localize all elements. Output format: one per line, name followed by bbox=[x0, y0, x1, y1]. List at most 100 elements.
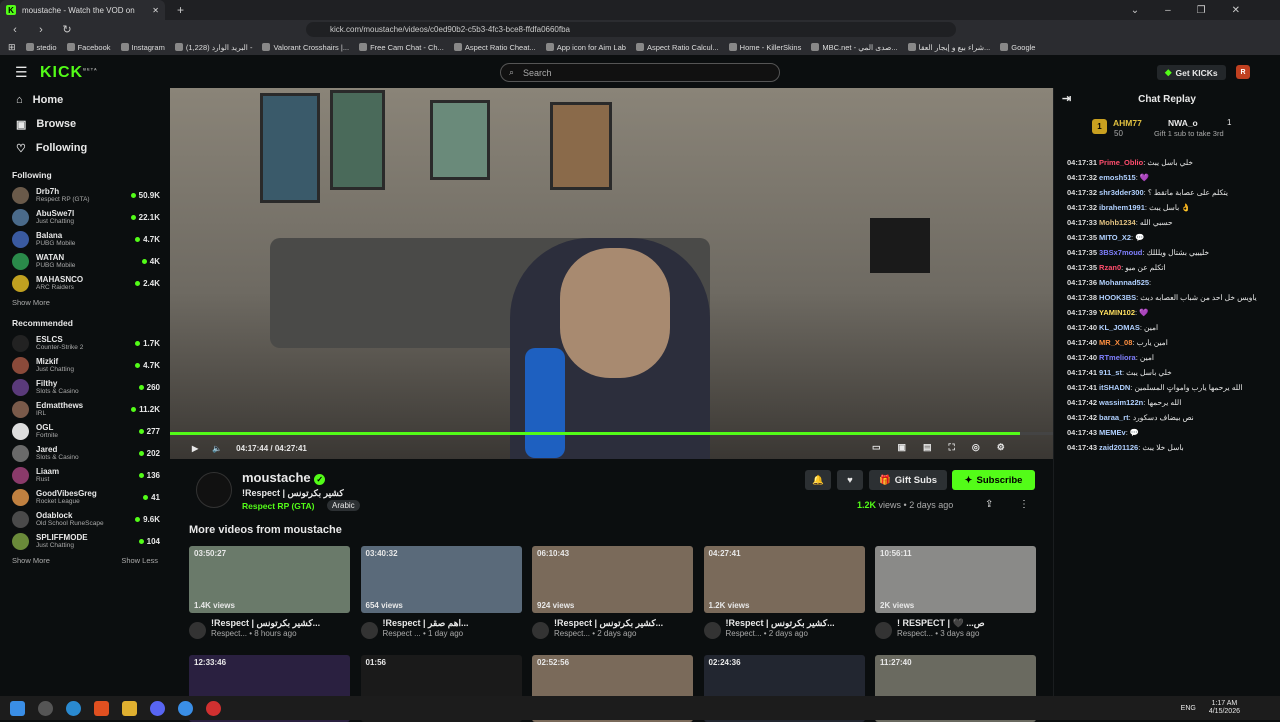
gift-subs-button[interactable]: 🎁 Gift Subs bbox=[869, 470, 947, 490]
miniplayer-icon[interactable]: ▣ bbox=[898, 442, 924, 452]
window-controls[interactable]: ⌄–❐✕ bbox=[1131, 5, 1266, 16]
windows-start-icon[interactable] bbox=[10, 700, 25, 716]
tray-clock[interactable]: 1:17 AM 4/15/2026 bbox=[1209, 700, 1240, 716]
sidebar-nav-browse[interactable]: ▣ Browse bbox=[0, 112, 170, 136]
bookmark-item[interactable]: شراء بيع و إيجار العقا... bbox=[907, 43, 990, 52]
category-link[interactable]: Respect RP (GTA) bbox=[242, 501, 314, 511]
channel-avatar[interactable] bbox=[196, 472, 232, 508]
collapse-chat-icon[interactable]: ⇥ bbox=[1062, 92, 1071, 105]
chat-username[interactable]: 911_st bbox=[1099, 368, 1122, 377]
clip-icon[interactable]: ◎ bbox=[972, 442, 997, 452]
app2-icon[interactable] bbox=[206, 700, 221, 716]
video-title[interactable]: ! RESPECT | 🖤 ...ص bbox=[897, 618, 1022, 629]
new-tab-button[interactable]: + bbox=[177, 3, 184, 17]
discord-icon[interactable] bbox=[150, 700, 165, 716]
video-channel-avatar[interactable] bbox=[875, 622, 892, 639]
edge-icon[interactable] bbox=[66, 700, 81, 716]
bookmark-item[interactable]: Aspect Ratio Cheat... bbox=[453, 43, 536, 52]
pip-icon[interactable]: ▤ bbox=[923, 442, 949, 452]
chat-username[interactable]: wassim122n bbox=[1099, 398, 1143, 407]
video-thumbnail[interactable]: 03:50:27 1.4K views bbox=[189, 546, 350, 613]
chat-username[interactable]: baraa_rt bbox=[1099, 413, 1129, 422]
play-icon[interactable]: ▶ bbox=[192, 444, 198, 453]
sidebar-channel[interactable]: Jared Slots & Casino 202 bbox=[0, 442, 170, 464]
sidebar-channel[interactable]: Balana PUBG Mobile 4.7K bbox=[0, 228, 170, 250]
sidebar-channel[interactable]: ESLCS Counter-Strike 2 1.7K bbox=[0, 332, 170, 354]
sidebar-channel[interactable]: Odablock Old School RuneScape 9.6K bbox=[0, 508, 170, 530]
video-card[interactable]: 06:10:43 924 views !Respect | كشير بكرتونس… bbox=[532, 546, 693, 639]
notification-bell-button[interactable]: 🔔 bbox=[805, 470, 831, 490]
back-icon[interactable]: ‹ bbox=[8, 24, 22, 36]
search-input[interactable]: ⌕ Search bbox=[500, 63, 780, 82]
hamburger-menu-icon[interactable]: ☰ bbox=[15, 64, 28, 81]
kick-logo[interactable]: KICKBETA bbox=[40, 64, 98, 82]
chat-username[interactable]: RTmeliora bbox=[1099, 353, 1136, 362]
get-kicks-button[interactable]: ◆ Get KICKs bbox=[1157, 65, 1226, 80]
more-options-icon[interactable]: ⋮ bbox=[1019, 499, 1029, 510]
bookmark-item[interactable]: Instagram bbox=[120, 43, 165, 52]
bookmark-item[interactable]: stedio bbox=[25, 43, 57, 52]
bookmark-item[interactable]: Google bbox=[1000, 43, 1035, 52]
video-player[interactable] bbox=[170, 88, 1053, 459]
sidebar-channel[interactable]: MAHASNCO ARC Raiders 2.4K bbox=[0, 272, 170, 294]
reload-icon[interactable]: ↻ bbox=[60, 23, 74, 36]
video-thumbnail[interactable]: 03:40:32 654 views bbox=[360, 546, 522, 613]
chat-username[interactable]: HOOK3BS bbox=[1099, 293, 1136, 302]
video-card[interactable]: 10:56:11 2K views ! RESPECT | 🖤 ...ص Respec… bbox=[875, 546, 1036, 639]
bookmark-item[interactable]: Valorant Crosshairs |... bbox=[262, 43, 349, 52]
show-more-recommended[interactable]: Show More bbox=[12, 556, 50, 565]
chat-username[interactable]: MR_X_08 bbox=[1099, 338, 1132, 347]
chat-username[interactable]: Mohb1234 bbox=[1099, 218, 1136, 227]
chat-username[interactable]: ibrahem1991 bbox=[1099, 203, 1145, 212]
explorer-icon[interactable] bbox=[122, 700, 137, 716]
taskbar-search-icon[interactable] bbox=[38, 700, 53, 716]
video-title[interactable]: !Respect | كشير بكرتونس... bbox=[211, 618, 336, 629]
video-channel-avatar[interactable] bbox=[360, 622, 378, 639]
video-channel-avatar[interactable] bbox=[703, 622, 721, 639]
share-icon[interactable]: ⇪ bbox=[985, 499, 993, 510]
sidebar-channel[interactable]: GoodVibesGreg Rocket League 41 bbox=[0, 486, 170, 508]
chat-username[interactable]: KL_JOMAS bbox=[1099, 323, 1140, 332]
chat-username[interactable]: YAMIN102 bbox=[1099, 308, 1135, 317]
brave-icon[interactable] bbox=[94, 700, 109, 716]
fullscreen-icon[interactable]: ⛶ bbox=[949, 442, 972, 452]
top-gifter-2[interactable]: NWA_o bbox=[1168, 118, 1198, 128]
show-less-recommended[interactable]: Show Less bbox=[121, 556, 158, 565]
chat-username[interactable]: MEMEv bbox=[1099, 428, 1126, 437]
bookmark-item[interactable]: Facebook bbox=[66, 43, 111, 52]
video-thumbnail[interactable]: 10:56:11 2K views bbox=[875, 546, 1036, 613]
tray-lang[interactable]: ENG bbox=[1181, 705, 1196, 712]
subscribe-button[interactable]: ✦ Subscribe bbox=[952, 470, 1035, 490]
chat-username[interactable]: MITO_X2 bbox=[1099, 233, 1131, 242]
chat-username[interactable]: Rzan0 bbox=[1099, 263, 1121, 272]
video-title[interactable]: !Respect | اهم صقر... bbox=[383, 618, 508, 629]
tab-close-icon[interactable]: ✕ bbox=[152, 6, 159, 15]
video-card[interactable]: 03:40:32 654 views !Respect | اهم صقر... Re… bbox=[360, 546, 522, 639]
url-input[interactable]: kick.com/moustache/videos/c0ed90b2-c5b3-… bbox=[306, 22, 956, 37]
volume-icon[interactable]: 🔈 bbox=[212, 444, 222, 453]
video-thumbnail[interactable]: 06:10:43 924 views bbox=[532, 546, 693, 613]
bookmark-item[interactable]: Home - KillerSkins bbox=[728, 43, 801, 52]
theater-icon[interactable]: ▭ bbox=[872, 442, 898, 452]
chat-username[interactable]: Prime_Oblio bbox=[1099, 158, 1143, 167]
bookmark-item[interactable]: (1,228) البريد الوارد - bbox=[174, 43, 252, 52]
channel-name[interactable]: moustache bbox=[242, 470, 311, 485]
bookmark-item[interactable]: MBC.net - صدى المي... bbox=[811, 43, 898, 52]
chat-username[interactable]: zaid201126 bbox=[1099, 443, 1138, 452]
chat-username[interactable]: itSHADN bbox=[1099, 383, 1130, 392]
sidebar-channel[interactable]: SPLIFFMODE Just Chatting 104 bbox=[0, 530, 170, 552]
chat-username[interactable]: 3BSx7moud bbox=[1099, 248, 1142, 257]
video-card[interactable]: 03:50:27 1.4K views !Respect | كشير بكرتون… bbox=[189, 546, 350, 639]
user-avatar[interactable]: R bbox=[1236, 65, 1250, 79]
video-title[interactable]: !Respect | كشير بكرتونس... bbox=[554, 618, 679, 629]
bookmark-item[interactable]: Aspect Ratio Calcul... bbox=[635, 43, 719, 52]
sidebar-channel[interactable]: OGL Fortnite 277 bbox=[0, 420, 170, 442]
forward-icon[interactable]: › bbox=[34, 24, 48, 36]
sidebar-channel[interactable]: Edmatthews IRL 11.2K bbox=[0, 398, 170, 420]
app-icon[interactable] bbox=[178, 700, 193, 716]
top-gifter-1[interactable]: AHM77 bbox=[1113, 118, 1142, 128]
video-card[interactable]: 04:27:41 1.2K views !Respect | كشير بكرتون… bbox=[703, 546, 865, 639]
sidebar-channel[interactable]: Mizkif Just Chatting 4.7K bbox=[0, 354, 170, 376]
video-channel-avatar[interactable] bbox=[189, 622, 206, 639]
follow-heart-button[interactable]: ♥ bbox=[837, 470, 863, 490]
